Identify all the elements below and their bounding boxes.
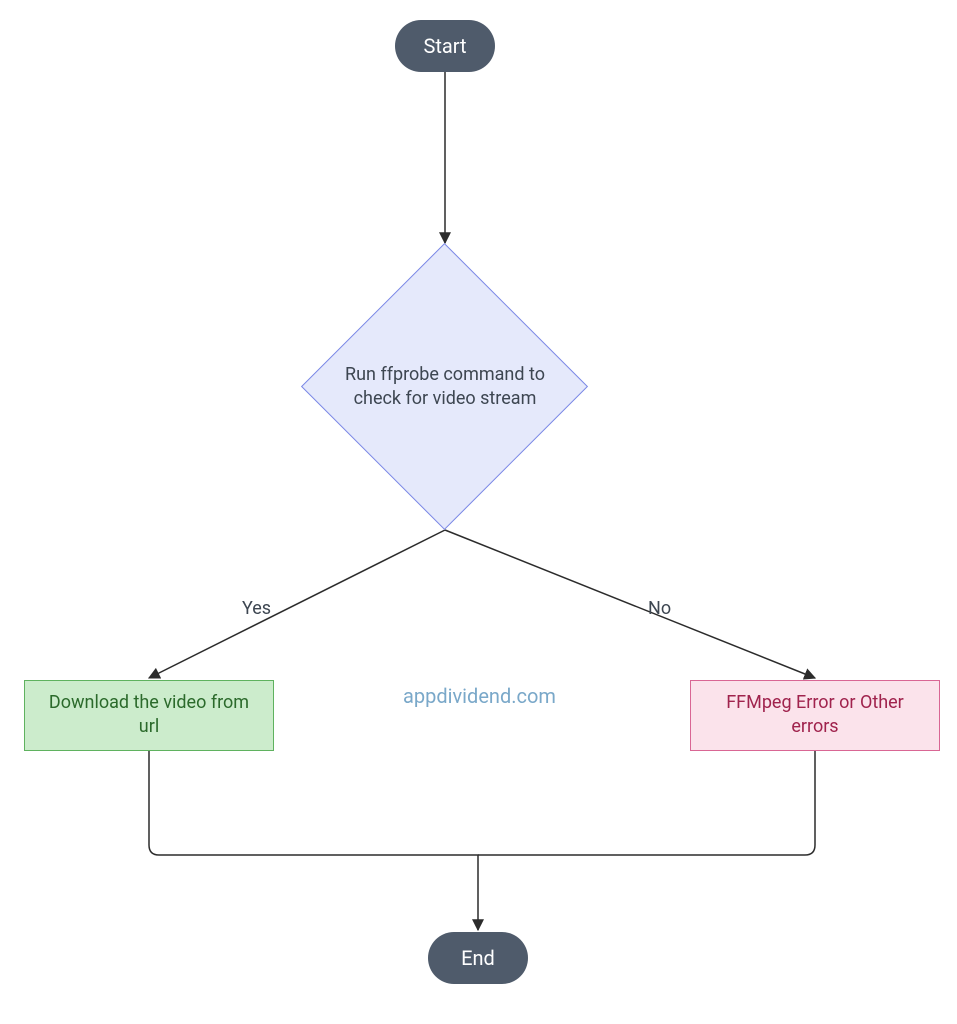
edge-label-no: No: [648, 598, 671, 619]
edge-decision-error: [445, 530, 815, 678]
edge-decision-download: [149, 530, 445, 678]
node-start-label: Start: [423, 34, 466, 58]
node-download-label: Download the video from url: [37, 691, 261, 740]
node-error-label: FFMpeg Error or Other errors: [703, 691, 927, 740]
edge-label-yes: Yes: [242, 598, 271, 619]
node-download: Download the video from url: [24, 680, 274, 751]
flowchart-canvas: Start Run ffprobe command to check for v…: [0, 0, 957, 1024]
node-start: Start: [395, 20, 495, 72]
node-end-label: End: [461, 946, 495, 970]
edge-error-end: [478, 750, 815, 855]
node-decision: Run ffprobe command to check for video s…: [301, 243, 589, 531]
node-end: End: [428, 932, 528, 984]
watermark: appdividend.com: [403, 684, 556, 708]
node-error: FFMpeg Error or Other errors: [690, 680, 940, 751]
edge-download-end: [149, 750, 478, 930]
node-decision-label: Run ffprobe command to check for video s…: [330, 363, 560, 412]
